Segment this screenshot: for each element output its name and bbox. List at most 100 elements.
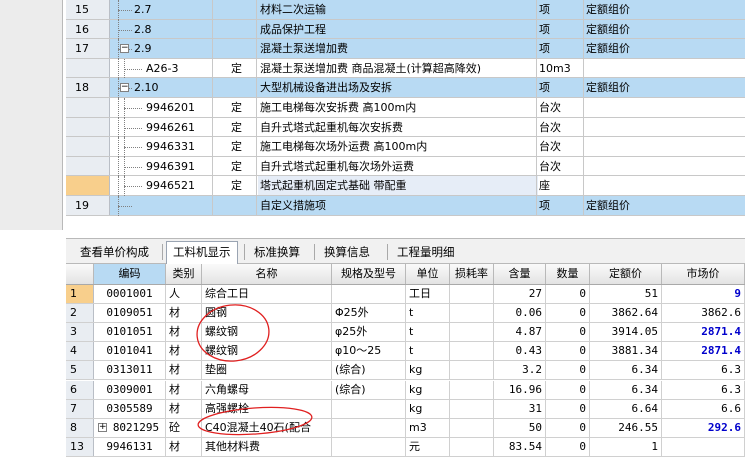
resource-row[interactable]: 2 0109051 材圆钢 Φ25外 t 0.06 0 3862.64 3862.6 bbox=[66, 304, 745, 324]
quota-price[interactable]: 3862.64 bbox=[590, 304, 662, 323]
resource-unit[interactable]: kg bbox=[406, 380, 450, 399]
collapse-toggle-icon[interactable]: − bbox=[120, 83, 129, 93]
market-price[interactable]: 3862.6 bbox=[662, 304, 745, 323]
resource-name[interactable]: C40混凝土40石(配合 bbox=[202, 418, 332, 437]
resource-spec[interactable]: (综合) bbox=[332, 380, 406, 399]
tab-labor-material[interactable]: 工料机显示 bbox=[166, 241, 238, 264]
quantity-value[interactable]: 0 bbox=[546, 323, 590, 342]
resource-row[interactable]: 3 0101051 材螺纹钢 φ25外 t 4.87 0 3914.05 2871.4 bbox=[66, 323, 745, 343]
resource-name[interactable]: 螺纹钢 bbox=[202, 342, 332, 361]
resource-category[interactable]: 人 bbox=[166, 285, 202, 304]
resource-row[interactable]: 1 0001001 人综合工日 工日 27 0 51 9 bbox=[66, 285, 745, 305]
resource-spec[interactable]: φ25外 bbox=[332, 323, 406, 342]
loss-rate[interactable] bbox=[450, 342, 494, 361]
item-name[interactable]: 混凝土泵送增加费 bbox=[258, 39, 538, 58]
market-price[interactable] bbox=[662, 437, 745, 456]
measure-row[interactable]: 17−2.9 混凝土泵送增加费项 定额组价 bbox=[66, 39, 745, 59]
quantity-header[interactable]: 数量 bbox=[546, 264, 590, 284]
quantity-value[interactable]: 0 bbox=[546, 437, 590, 456]
resource-code[interactable]: 0101041 bbox=[94, 342, 166, 361]
resource-code[interactable]: 9946131 bbox=[94, 437, 166, 456]
measure-row[interactable]: 9946391 定 自升式塔式起重机每次场外运费 台次 bbox=[66, 156, 745, 177]
resource-category[interactable]: 材 bbox=[166, 323, 202, 342]
item-name[interactable]: 自定义措施项 bbox=[258, 196, 538, 215]
spec-header[interactable]: 规格及型号 bbox=[332, 264, 406, 284]
item-name[interactable]: 材料二次运输 bbox=[258, 0, 538, 19]
resource-unit[interactable]: t bbox=[406, 342, 450, 361]
quota-price[interactable]: 51 bbox=[590, 285, 662, 304]
resource-unit[interactable]: 工日 bbox=[406, 285, 450, 304]
content-value[interactable]: 83.54 bbox=[494, 437, 546, 456]
market-price[interactable]: 2871.4 bbox=[662, 342, 745, 361]
resource-code[interactable]: 0305589 bbox=[94, 399, 166, 418]
quota-price[interactable]: 6.64 bbox=[590, 399, 662, 418]
quota-price[interactable]: 1 bbox=[590, 437, 662, 456]
resource-code[interactable]: 0313011 bbox=[94, 361, 166, 380]
tab-unit-price-breakdown[interactable]: 查看单价构成 bbox=[74, 242, 155, 262]
resource-unit[interactable]: kg bbox=[406, 361, 450, 380]
item-name[interactable]: 成品保护工程 bbox=[258, 20, 538, 39]
resource-code[interactable]: 0001001 bbox=[94, 285, 166, 304]
content-value[interactable]: 16.96 bbox=[494, 380, 546, 399]
resource-spec[interactable]: φ10～25 bbox=[332, 342, 406, 361]
resource-spec[interactable] bbox=[332, 437, 406, 456]
resource-unit[interactable]: t bbox=[406, 323, 450, 342]
item-name[interactable]: 混凝土泵送增加费 商品混凝土(计算超高降效) bbox=[258, 59, 538, 78]
content-value[interactable]: 31 bbox=[494, 399, 546, 418]
resource-spec[interactable] bbox=[332, 418, 406, 437]
market-price[interactable]: 6.6 bbox=[662, 399, 745, 418]
item-name[interactable]: 自升式塔式起重机每次安拆费 bbox=[258, 118, 538, 137]
unit-header[interactable]: 单位 bbox=[406, 264, 450, 284]
resource-row[interactable]: 6 0309001 材六角螺母 (综合) kg 16.96 0 6.34 6.3 bbox=[66, 380, 745, 400]
resource-category[interactable]: 材 bbox=[166, 437, 202, 456]
quota-price-header[interactable]: 定额价 bbox=[590, 264, 662, 284]
resource-row[interactable]: 7 0305589 材高强螺栓 kg 31 0 6.64 6.6 bbox=[66, 399, 745, 419]
loss-rate[interactable] bbox=[450, 399, 494, 418]
item-name[interactable]: 大型机械设备进出场及安拆 bbox=[258, 78, 538, 97]
resource-row[interactable]: 8 8021295 砼 C40混凝土40石(配合 m3 50 0 246.55 292.6 + bbox=[66, 418, 745, 438]
loss-rate[interactable] bbox=[450, 361, 494, 380]
content-value[interactable]: 3.2 bbox=[494, 361, 546, 380]
loss-rate[interactable] bbox=[450, 380, 494, 399]
quota-price[interactable]: 6.34 bbox=[590, 380, 662, 399]
quantity-value[interactable]: 0 bbox=[546, 418, 590, 437]
content-value[interactable]: 0.43 bbox=[494, 342, 546, 361]
quota-price[interactable]: 6.34 bbox=[590, 361, 662, 380]
resource-spec[interactable] bbox=[332, 285, 406, 304]
measure-row[interactable]: 9946261 定 自升式塔式起重机每次安拆费 台次 bbox=[66, 117, 745, 138]
resource-category[interactable]: 材 bbox=[166, 380, 202, 399]
content-value[interactable]: 4.87 bbox=[494, 323, 546, 342]
item-name[interactable]: 施工电梯每次场外运费 高100m内 bbox=[258, 137, 538, 156]
resource-name[interactable]: 垫圈 bbox=[202, 361, 332, 380]
quantity-value[interactable]: 0 bbox=[546, 380, 590, 399]
resource-name[interactable]: 综合工日 bbox=[202, 285, 332, 304]
resource-unit[interactable]: t bbox=[406, 304, 450, 323]
market-price[interactable]: 6.3 bbox=[662, 361, 745, 380]
measure-row[interactable]: 9946331 定 施工电梯每次场外运费 高100m内 台次 bbox=[66, 137, 745, 157]
resource-category[interactable]: 材 bbox=[166, 304, 202, 323]
quota-price[interactable]: 3881.34 bbox=[590, 342, 662, 361]
loss-rate[interactable] bbox=[450, 323, 494, 342]
quantity-value[interactable]: 0 bbox=[546, 285, 590, 304]
resource-name[interactable]: 六角螺母 bbox=[202, 380, 332, 399]
measure-row[interactable]: 16 2.8 成品保护工程项 定额组价 bbox=[66, 19, 745, 40]
tab-conversion-info[interactable]: 换算信息 bbox=[318, 242, 376, 262]
loss-rate[interactable] bbox=[450, 437, 494, 456]
item-name[interactable]: 塔式起重机固定式基础 带配重 bbox=[258, 176, 538, 196]
content-header[interactable]: 含量 bbox=[494, 264, 546, 284]
resource-category[interactable]: 砼 bbox=[166, 418, 202, 437]
loss-rate[interactable] bbox=[450, 418, 494, 437]
loss-rate[interactable] bbox=[450, 304, 494, 323]
market-price-header[interactable]: 市场价 bbox=[662, 264, 745, 284]
tab-quantity-detail[interactable]: 工程量明细 bbox=[391, 242, 461, 262]
measure-row[interactable]: 15 2.7 材料二次运输项 定额组价 bbox=[66, 0, 745, 20]
resource-unit[interactable]: kg bbox=[406, 399, 450, 418]
item-name[interactable]: 自升式塔式起重机每次场外运费 bbox=[258, 157, 538, 176]
loss-rate-header[interactable]: 损耗率 bbox=[450, 264, 494, 284]
resource-code[interactable]: 0109051 bbox=[94, 304, 166, 323]
measure-row[interactable]: 9946201 定 施工电梯每次安拆费 高100m内 台次 bbox=[66, 98, 745, 118]
quota-price[interactable]: 246.55 bbox=[590, 418, 662, 437]
content-value[interactable]: 50 bbox=[494, 418, 546, 437]
content-value[interactable]: 0.06 bbox=[494, 304, 546, 323]
quantity-value[interactable]: 0 bbox=[546, 361, 590, 380]
